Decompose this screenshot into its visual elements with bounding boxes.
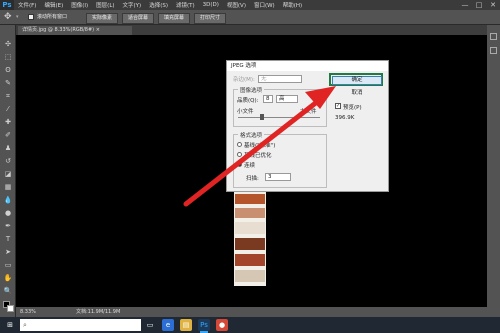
edge-icon[interactable]: e bbox=[162, 319, 174, 331]
windows-taskbar: ⊞ ⌕ ▭ e ▤ Ps ● bbox=[0, 317, 500, 333]
start-icon[interactable]: ⊞ bbox=[4, 319, 16, 331]
photoshop-icon[interactable]: Ps bbox=[198, 319, 210, 331]
taskview-icon[interactable]: ▭ bbox=[144, 319, 156, 331]
annotation-arrow bbox=[183, 86, 336, 207]
zoom-level[interactable]: 8.33% bbox=[20, 307, 36, 317]
status-bar: 8.33% 文档:11.9M/11.9M bbox=[16, 307, 487, 317]
search-box[interactable]: ⌕ bbox=[20, 319, 141, 331]
document-info[interactable]: 文档:11.9M/11.9M bbox=[76, 307, 120, 317]
explorer-icon[interactable]: ▤ bbox=[180, 319, 192, 331]
chrome-icon[interactable]: ● bbox=[216, 319, 228, 331]
